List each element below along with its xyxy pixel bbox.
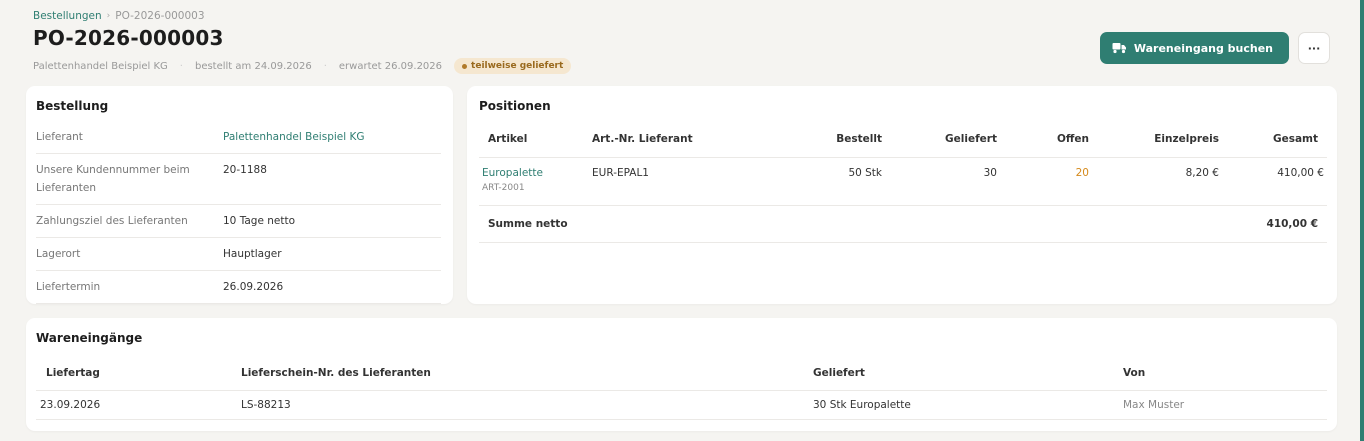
detail-row-lieferant: Lieferant Palettenhandel Beispiel KG [36,121,441,154]
more-actions-button[interactable]: ··· [1298,32,1330,64]
table-header-row: Liefertag Lieferschein-Nr. des Lieferant… [36,356,1327,391]
sum-row: Summe netto 410,00 € [479,205,1327,243]
detail-value: 10 Tage netto [223,215,296,227]
col-header-geliefert: Geliefert [813,356,1123,391]
cell-bestellt: 50 Stk [782,157,882,206]
col-header-bestellt: Bestellt [782,122,882,158]
sum-label: Summe netto [479,205,1219,243]
bestellung-title: Bestellung [36,99,109,113]
sum-value: 410,00 € [1219,205,1327,243]
cell-geliefert: 30 [882,157,997,206]
positionen-card: Positionen Artikel Art.-Nr. Lieferant Be… [467,86,1337,304]
breadcrumb: Bestellungen › PO-2026-000003 [33,10,1324,22]
cell-liefertag: 23.09.2026 [36,390,241,420]
detail-row-lagerort: Lagerort Hauptlager [36,238,441,271]
status-badge: teilweise geliefert [454,58,572,74]
cell-artikel: Europalette ART-2001 [479,157,592,206]
col-header-lieferschein: Lieferschein-Nr. des Lieferanten [241,356,813,391]
positionen-table: Artikel Art.-Nr. Lieferant Bestellt Geli… [479,122,1327,243]
more-icon: ··· [1307,41,1321,55]
table-row: Europalette ART-2001 EUR-EPAL1 50 Stk 30… [479,157,1327,206]
accent-bar [1360,0,1364,441]
meta-ordered-date: bestellt am 24.09.2026 [194,60,312,72]
bestellung-details: Lieferant Palettenhandel Beispiel KG Uns… [36,121,441,304]
breadcrumb-link-bestellungen[interactable]: Bestellungen [33,10,102,22]
col-header-art-nr: Art.-Nr. Lieferant [592,122,782,158]
bestellung-card: Bestellung Lieferant Palettenhandel Beis… [26,86,453,304]
meta-supplier: Palettenhandel Beispiel KG [33,60,168,72]
wareneingaenge-title: Wareneingänge [36,331,143,345]
cell-art-nr: EUR-EPAL1 [592,157,782,206]
table-header-row: Artikel Art.-Nr. Lieferant Bestellt Geli… [479,122,1327,158]
breadcrumb-separator: › [106,11,111,21]
article-link[interactable]: Europalette [482,167,592,179]
wareneingang-buchen-label: Wareneingang buchen [1133,41,1273,55]
wareneingang-buchen-button[interactable]: Wareneingang buchen [1099,32,1289,64]
header-actions: Wareneingang buchen ··· [1099,32,1330,64]
positionen-title: Positionen [479,99,551,113]
table-row[interactable]: 23.09.2026 LS-88213 30 Stk Europalette M… [36,390,1327,420]
meta-dot: · [323,60,327,72]
article-sku: ART-2001 [482,182,525,193]
detail-key: Unsere Kundennummer beim Lieferanten [36,164,190,194]
col-header-liefertag: Liefertag [36,356,241,391]
cell-offen: 20 [997,157,1089,206]
col-header-einzelpreis: Einzelpreis [1089,122,1219,158]
col-header-von: Von [1123,356,1327,391]
cell-lieferschein: LS-88213 [241,390,813,420]
status-badge-label: teilweise geliefert [471,61,564,71]
col-header-geliefert: Geliefert [882,122,997,158]
meta-dot: · [179,60,183,72]
detail-value: 20-1188 [223,164,267,176]
col-header-gesamt: Gesamt [1219,122,1327,158]
detail-row-zahlungsziel: Zahlungsziel des Lieferanten 10 Tage net… [36,205,441,238]
detail-row-kundennummer: Unsere Kundennummer beim Lieferanten 20-… [36,154,441,205]
cell-einzelpreis: 8,20 € [1089,157,1219,206]
detail-row-liefertermin: Liefertermin 26.09.2026 [36,271,441,304]
breadcrumb-current: PO-2026-000003 [115,10,205,22]
detail-value: Hauptlager [223,248,282,260]
cell-von: Max Muster [1123,390,1327,420]
col-header-artikel: Artikel [479,122,592,158]
status-dot-icon [462,63,468,69]
detail-value: 26.09.2026 [223,281,284,293]
detail-key: Liefertermin [36,281,101,293]
col-header-offen: Offen [997,122,1089,158]
detail-key: Lagerort [36,248,81,260]
meta-expected-date: erwartet 26.09.2026 [338,60,443,72]
wareneingaenge-card: Wareneingänge Liefertag Lieferschein-Nr.… [26,318,1337,431]
cell-gesamt: 410,00 € [1219,157,1327,206]
supplier-link[interactable]: Palettenhandel Beispiel KG [223,128,441,146]
truck-icon [1112,43,1126,54]
cell-geliefert: 30 Stk Europalette [813,390,1123,420]
detail-key: Lieferant [36,131,83,143]
wareneingaenge-table: Liefertag Lieferschein-Nr. des Lieferant… [36,356,1327,420]
detail-key: Zahlungsziel des Lieferanten [36,215,188,227]
